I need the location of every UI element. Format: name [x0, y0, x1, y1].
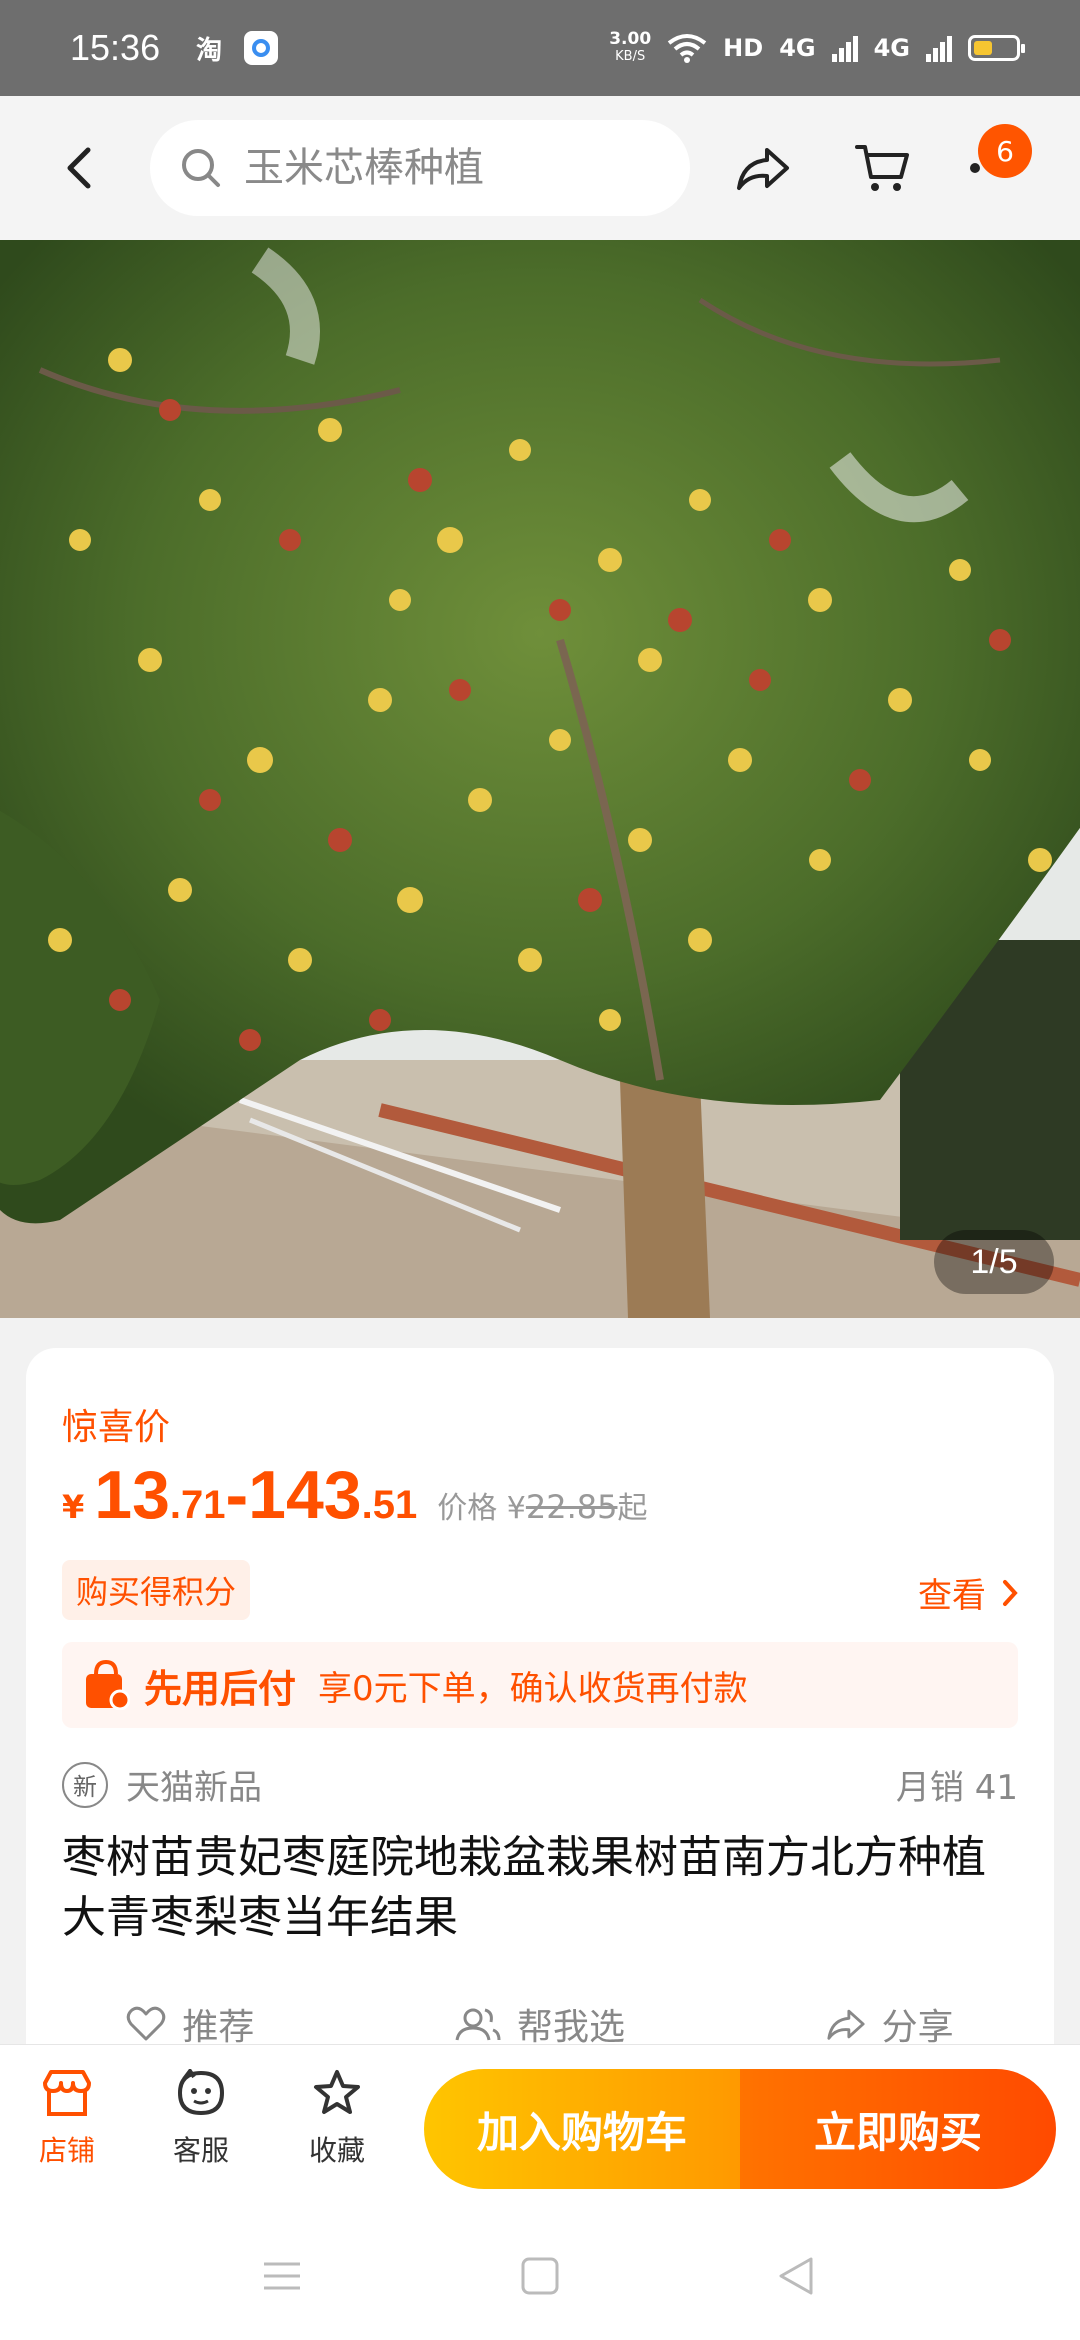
status-time: 15:36 — [70, 27, 161, 68]
action-row: 推荐 帮我选 分享 — [26, 1998, 1054, 2050]
store-tab[interactable]: 店铺 — [12, 2069, 122, 2169]
tag-row: 新 天猫新品 月销 41 — [62, 1760, 1018, 1809]
tmall-new-label: 天猫新品 — [126, 1768, 262, 1808]
recent-apps-button[interactable] — [252, 2246, 312, 2306]
signal-bars-icon — [831, 36, 858, 62]
search-icon — [182, 149, 220, 187]
chevron-right-icon — [1003, 1579, 1018, 1606]
heart-icon — [127, 2006, 166, 2041]
pay-later-banner[interactable]: 先用后付 享0元下单，确认收货再付款 — [62, 1642, 1018, 1728]
cart-icon — [855, 145, 909, 191]
points-chip[interactable]: 购买得积分 — [62, 1560, 251, 1620]
deal-label: 惊喜价 — [62, 1407, 171, 1448]
taobao-notification-icon: 淘 — [196, 35, 223, 66]
share-icon — [827, 2009, 865, 2040]
net-speed: 3.00 KB/S — [609, 31, 651, 65]
home-button[interactable] — [510, 2246, 570, 2306]
original-price-value: 22.85 — [525, 1488, 618, 1526]
message-count-badge: 6 — [978, 124, 1032, 178]
shopping-bag-icon — [86, 1660, 130, 1710]
star-icon — [314, 2070, 360, 2114]
search-box[interactable] — [150, 120, 690, 216]
signal-4g-2: 4G — [873, 34, 910, 62]
system-nav-bar — [0, 2212, 1080, 2340]
share-label: 分享 — [881, 2007, 954, 2048]
status-bar: 15:36 淘 3.00 KB/S HD 4G 4G — [0, 0, 1080, 96]
users-icon — [455, 2008, 501, 2041]
app-notification-icon — [244, 31, 279, 65]
share-button[interactable] — [728, 133, 798, 203]
view-link-label: 查看 — [918, 1576, 986, 1616]
add-to-cart-button[interactable]: 加入购物车 — [424, 2069, 740, 2189]
back-triangle-icon — [779, 2257, 813, 2295]
image-counter: 1/5 — [934, 1230, 1054, 1294]
original-price: 价格 ¥22.85起 — [437, 1483, 647, 1527]
price-separator: - — [225, 1457, 249, 1533]
original-price-prefix: 价格 ¥ — [437, 1491, 526, 1526]
wifi-icon — [667, 34, 707, 63]
pay-later-desc: 享0元下单，确认收货再付款 — [318, 1668, 748, 1709]
favorite-label: 收藏 — [308, 2134, 365, 2167]
share-icon — [737, 148, 789, 190]
view-points-link[interactable]: 查看 — [918, 1568, 1018, 1617]
service-label: 客服 — [172, 2134, 229, 2167]
bottom-action-bar: 店铺 客服 收藏 加入购物车 立即购买 — [0, 2044, 1080, 2212]
signal-bars-icon-2 — [926, 36, 952, 62]
customer-service-icon — [177, 2069, 225, 2116]
recommend-button[interactable]: 推荐 — [126, 1998, 254, 2050]
status-indicators: 3.00 KB/S HD 4G 4G — [609, 31, 1025, 65]
price-row: ¥ 13 .71 - 143 .51 价格 ¥22.85起 — [62, 1456, 647, 1534]
price-low-integer: 13 — [94, 1457, 170, 1533]
favorite-tab[interactable]: 收藏 — [282, 2069, 392, 2169]
status-app-icons: 淘 — [196, 30, 279, 67]
share-product-button[interactable]: 分享 — [826, 1998, 954, 2050]
help-choose-label: 帮我选 — [516, 2007, 625, 2048]
service-tab[interactable]: 客服 — [146, 2069, 256, 2169]
hd-label: HD — [723, 34, 764, 62]
product-image-gallery[interactable]: 1/5 — [0, 240, 1080, 1318]
back-button[interactable] — [44, 133, 114, 203]
help-choose-button[interactable]: 帮我选 — [455, 1998, 625, 2050]
product-photo — [0, 240, 1080, 1318]
store-label: 店铺 — [38, 2134, 95, 2167]
menu-lines-icon — [264, 2262, 300, 2290]
home-square-icon — [521, 2257, 559, 2295]
price-low-decimal: .71 — [169, 1483, 226, 1527]
top-nav: 6 — [0, 96, 1080, 240]
back-system-button[interactable] — [766, 2246, 826, 2306]
monthly-sales: 月销 41 — [895, 1768, 1018, 1808]
product-info-card: 惊喜价 ¥ 13 .71 - 143 .51 价格 ¥22.85起 购买得积分 … — [26, 1348, 1054, 2108]
signal-4g-1: 4G — [779, 34, 816, 62]
price-high-integer: 143 — [248, 1457, 362, 1533]
product-title: 枣树苗贵妃枣庭院地栽盆栽果树苗南方北方种植大青枣梨枣当年结果 — [62, 1832, 986, 1943]
new-badge-icon: 新 — [62, 1761, 108, 1808]
net-speed-unit: KB/S — [615, 49, 646, 64]
original-price-suffix: 起 — [617, 1491, 648, 1526]
net-speed-value: 3.00 — [609, 29, 652, 49]
pay-later-title: 先用后付 — [144, 1666, 297, 1711]
search-input[interactable] — [244, 145, 664, 191]
cart-button[interactable] — [848, 133, 918, 203]
buy-now-button[interactable]: 立即购买 — [740, 2069, 1056, 2189]
back-arrow-icon — [67, 147, 91, 189]
currency-symbol: ¥ — [62, 1488, 85, 1526]
battery-icon — [968, 35, 1025, 61]
store-icon — [43, 2070, 91, 2116]
recommend-label: 推荐 — [182, 2007, 255, 2048]
price-high-decimal: .51 — [361, 1483, 418, 1527]
